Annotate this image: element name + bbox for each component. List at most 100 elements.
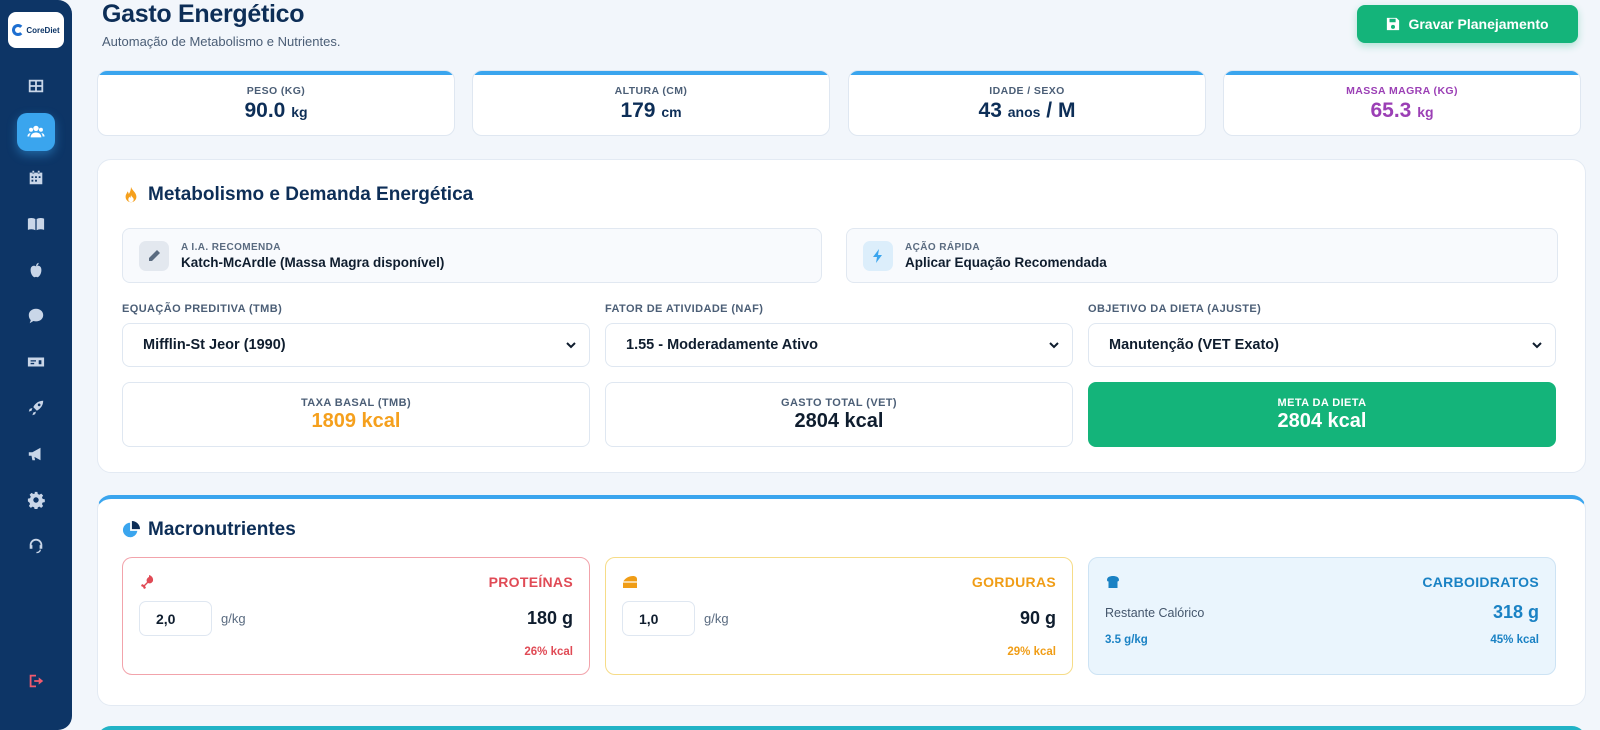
result-tmb: TAXA BASAL (TMB) 1809 kcal (122, 382, 590, 447)
sidebar-item-marketing[interactable] (17, 435, 55, 473)
sidebar-item-dashboard[interactable] (17, 67, 55, 105)
quick-action-text: Aplicar Equação Recomendada (905, 254, 1107, 270)
macro-percent: 45% kcal (1490, 634, 1539, 646)
quick-action-label: AÇÃO RÁPIDA (905, 241, 980, 253)
result-value: 2804 kcal (794, 410, 884, 432)
macro-grams: 180 g (526, 608, 573, 628)
stat-value: 65.3 kg (1370, 99, 1434, 122)
billing-icon (27, 357, 45, 367)
rocket-icon (28, 400, 44, 416)
sidebar-item-settings[interactable] (17, 481, 55, 519)
sidebar-item-calendar[interactable] (17, 159, 55, 197)
megaphone-icon (28, 447, 41, 461)
logo-mark-icon (12, 24, 25, 36)
equation-select[interactable]: Mifflin-St Jeor (1990) (122, 323, 590, 367)
equation-select-value: Mifflin-St Jeor (1990) (143, 337, 286, 353)
sidebar-item-chat[interactable] (17, 297, 55, 335)
page-subtitle: Automação de Metabolismo e Nutrientes. (102, 34, 341, 49)
result-label: TAXA BASAL (TMB) (300, 397, 412, 409)
macro-card-carbs: CARBOIDRATOS Restante Calórico 318 g 3.5… (1088, 557, 1556, 675)
macro-unit: g/kg (221, 611, 246, 626)
fat-gkg-input[interactable] (622, 601, 695, 636)
chevron-down-icon (566, 342, 576, 349)
chat-icon (28, 308, 44, 324)
protein-gkg-input[interactable] (139, 601, 212, 636)
stat-value: 43 anos / M (978, 99, 1076, 122)
result-value: 2804 kcal (1277, 410, 1367, 432)
activity-label: FATOR DE ATIVIDADE (NAF) (605, 303, 764, 315)
pencil-icon (139, 240, 169, 271)
sidebar-item-foods[interactable] (17, 251, 55, 289)
result-vet: GASTO TOTAL (VET) 2804 kcal (605, 382, 1073, 447)
panel-title-text: Macronutrientes (148, 519, 296, 540)
drumstick-icon (141, 575, 154, 589)
result-value: 1809 kcal (311, 410, 401, 432)
macro-card-protein: PROTEÍNAS g/kg 180 g 26% kcal (122, 557, 590, 675)
macronutrients-panel: Macronutrientes PROTEÍNAS g/kg 180 g 26%… (97, 495, 1586, 706)
sidebar-item-patients[interactable] (17, 113, 55, 151)
chevron-down-icon (1049, 342, 1059, 349)
result-label: META DA DIETA (1277, 397, 1367, 409)
macro-name: GORDURAS (971, 574, 1056, 590)
macro-unit: g/kg (704, 611, 729, 626)
users-icon (27, 125, 45, 138)
apply-recommended-equation-button[interactable]: AÇÃO RÁPIDA Aplicar Equação Recomendada (846, 228, 1558, 283)
stat-card-weight: PESO (KG) 90.0 kg (97, 70, 455, 136)
macro-grams: 318 g (1492, 602, 1539, 622)
ai-recommendation-text: Katch-McArdle (Massa Magra disponível) (181, 254, 445, 270)
save-plan-button[interactable]: Gravar Planejamento (1357, 5, 1578, 43)
book-icon (27, 217, 45, 231)
stat-label: ALTURA (CM) (614, 85, 688, 97)
sidebar-item-billing[interactable] (17, 343, 55, 381)
activity-factor-select[interactable]: 1.55 - Moderadamente Ativo (605, 323, 1073, 367)
stat-card-age-sex: IDADE / SEXO 43 anos / M (848, 70, 1206, 136)
logout-icon (29, 674, 44, 688)
bread-icon (1107, 576, 1119, 588)
panel-title-metabolism: Metabolismo e Demanda Energética (122, 184, 473, 206)
stat-value: 179 cm (620, 99, 682, 122)
sidebar-item-launch[interactable] (17, 389, 55, 427)
settings-icon (27, 491, 45, 509)
macro-percent: 26% kcal (524, 646, 573, 658)
chevron-down-icon (1532, 342, 1542, 349)
carb-gkg: 3.5 g/kg (1105, 634, 1148, 646)
stat-label: IDADE / SEXO (989, 85, 1065, 97)
macro-grams: 90 g (1019, 608, 1056, 628)
equation-label: EQUAÇÃO PREDITIVA (TMB) (122, 303, 283, 315)
app-logo[interactable]: CoreDiet (8, 12, 64, 48)
dashboard-icon (28, 79, 44, 93)
panel-title-macros: Macronutrientes (122, 519, 296, 541)
save-icon (1387, 17, 1400, 31)
next-panel (97, 726, 1586, 730)
sidebar: CoreDiet (0, 0, 72, 730)
calendar-icon (29, 170, 43, 185)
result-label: GASTO TOTAL (VET) (781, 397, 897, 409)
apple-icon (30, 262, 42, 278)
stat-label: MASSA MAGRA (KG) (1346, 85, 1458, 97)
goal-label: OBJETIVO DA DIETA (AJUSTE) (1088, 303, 1262, 315)
cheese-icon (623, 576, 637, 588)
macro-card-fat: GORDURAS g/kg 90 g 29% kcal (605, 557, 1073, 675)
macro-percent: 29% kcal (1007, 646, 1056, 658)
support-icon (29, 538, 43, 554)
fire-icon (125, 186, 137, 203)
pie-chart-icon (122, 521, 140, 538)
carb-remaining-label: Restante Calórico (1105, 606, 1205, 620)
activity-select-value: 1.55 - Moderadamente Ativo (626, 337, 819, 353)
stat-value: 90.0 kg (244, 99, 308, 122)
diet-goal-select[interactable]: Manutenção (VET Exato) (1088, 323, 1556, 367)
sidebar-item-support[interactable] (17, 527, 55, 565)
logo-text: CoreDiet (26, 25, 60, 35)
ai-recommendation-label: A I.A. RECOMENDA (181, 241, 281, 253)
logout-button[interactable] (17, 662, 55, 700)
ai-recommendation: A I.A. RECOMENDA Katch-McArdle (Massa Ma… (122, 228, 822, 283)
metabolism-panel: Metabolismo e Demanda Energética A I.A. … (97, 159, 1586, 473)
sidebar-item-library[interactable] (17, 205, 55, 243)
bolt-icon (863, 240, 893, 271)
macro-name: CARBOIDRATOS (1422, 574, 1539, 590)
stat-card-lean-mass: MASSA MAGRA (KG) 65.3 kg (1223, 70, 1581, 136)
goal-select-value: Manutenção (VET Exato) (1109, 337, 1279, 353)
stat-card-height: ALTURA (CM) 179 cm (472, 70, 830, 136)
result-diet-goal: META DA DIETA 2804 kcal (1088, 382, 1556, 447)
stat-label: PESO (KG) (246, 85, 306, 97)
